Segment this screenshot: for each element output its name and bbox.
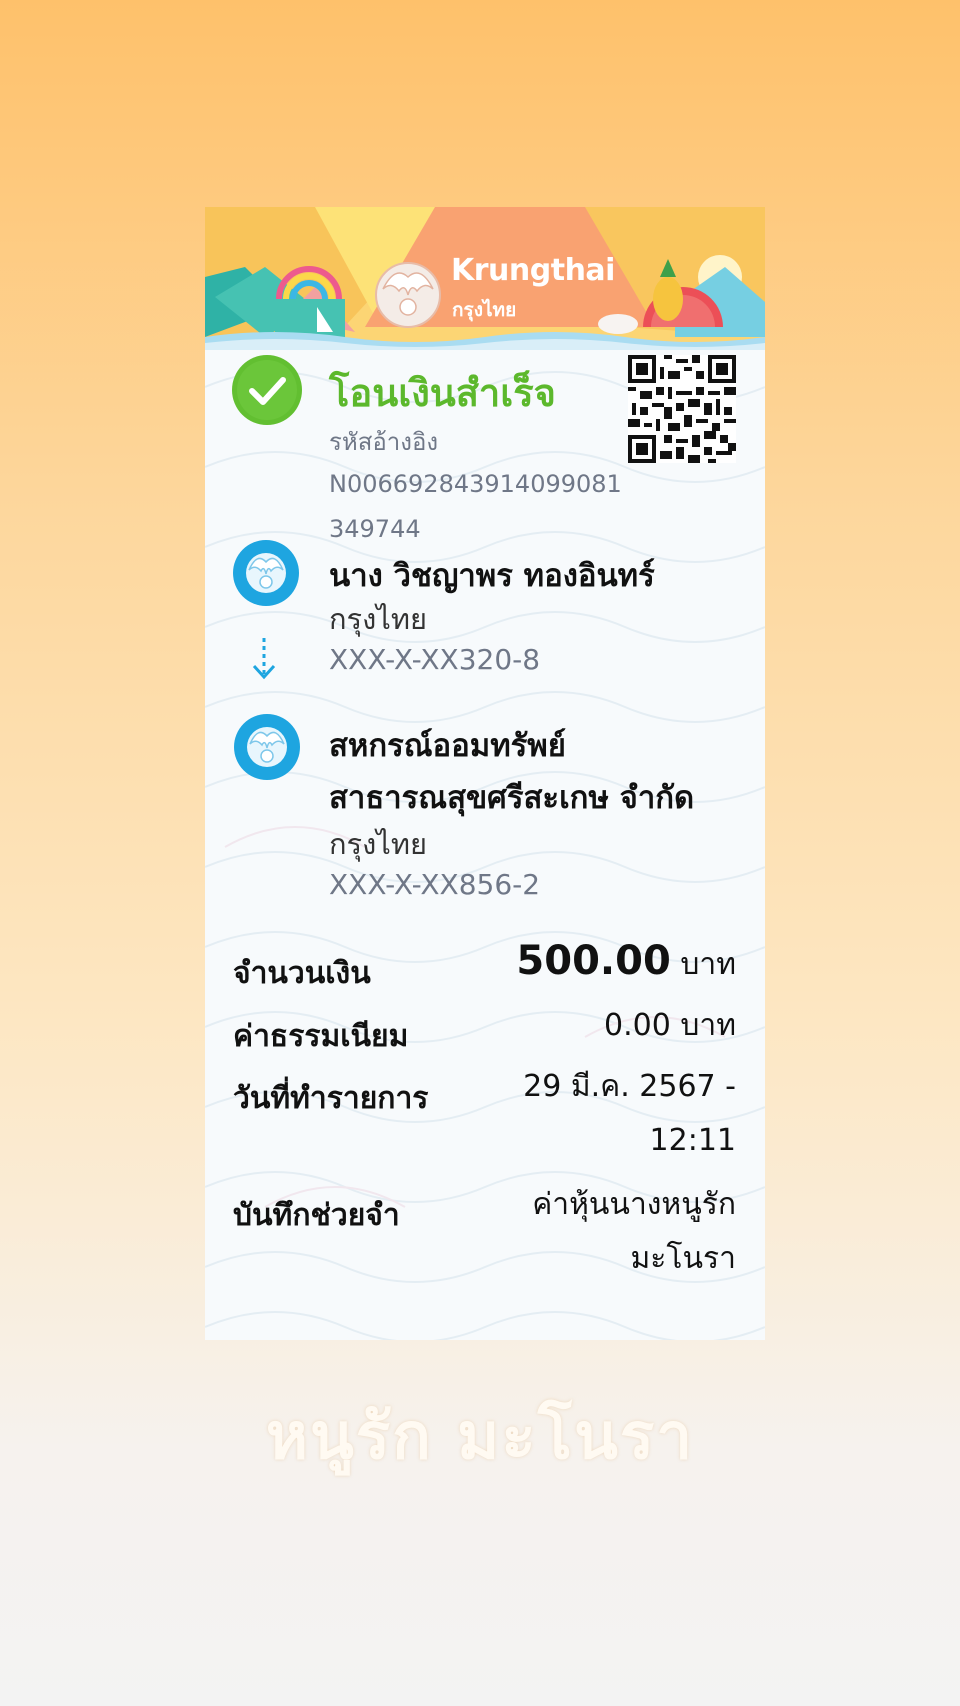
- date-value-line2: 12:11: [649, 1123, 736, 1158]
- receiver-account-number: XXX-X-XX856-2: [329, 868, 541, 901]
- memo-label: บันทึกช่วยจำ: [233, 1198, 400, 1233]
- reference-label: รหัสอ้างอิง: [329, 428, 439, 456]
- sender-bank-name: กรุงไทย: [329, 602, 427, 636]
- receiver-name-line2: สาธารณสุขศรีสะเกษ จำกัด: [329, 780, 695, 816]
- date-value: 29 มี.ค. 2567 - 12:11: [523, 1060, 736, 1168]
- receiver-bank-name: กรุงไทย: [329, 827, 427, 861]
- qr-code[interactable]: [628, 355, 736, 463]
- amount-value: 500.00 บาท: [516, 934, 736, 992]
- amount-label: จำนวนเงิน: [233, 956, 371, 991]
- fee-label: ค่าธรรมเนียม: [233, 1019, 409, 1054]
- sender-account-number: XXX-X-XX320-8: [329, 643, 541, 676]
- memo-value-line1: ค่าหุ้นนางหนูรัก: [532, 1187, 736, 1222]
- receiver-bank-logo-icon: [234, 714, 300, 780]
- date-label: วันที่ทำรายการ: [233, 1081, 429, 1116]
- krungthai-logo-thai: กรุงไทย: [452, 299, 517, 321]
- transfer-slip: Krungthai กรุงไทย โอนเงินสำเร็จ รหัสอ้าง…: [205, 207, 765, 1340]
- amount-unit: บาท: [680, 947, 736, 982]
- sender-bank-logo-icon: [233, 540, 299, 606]
- success-check-icon: [232, 355, 302, 425]
- fee-value: 0.00 บาท: [604, 1008, 736, 1043]
- arrow-down-icon: [252, 638, 276, 680]
- date-value-line1: 29 มี.ค. 2567 -: [523, 1069, 736, 1104]
- transfer-success-title: โอนเงินสำเร็จ: [329, 371, 556, 415]
- memo-value-line2: มะโนรา: [630, 1241, 736, 1276]
- amount-number: 500.00: [516, 938, 671, 984]
- krungthai-bird-logo-icon: [375, 262, 441, 328]
- caption-text: หนูรัก มะโนรา: [265, 1400, 695, 1474]
- sender-name: นาง วิชญาพร ทองอินทร์: [329, 558, 655, 594]
- krungthai-logo-text: Krungthai: [451, 253, 615, 288]
- memo-value: ค่าหุ้นนางหนูรัก มะโนรา: [532, 1178, 736, 1286]
- reference-number: N006692843914099081349744: [329, 470, 622, 543]
- receiver-name-line1: สหกรณ์ออมทรัพย์: [329, 728, 566, 764]
